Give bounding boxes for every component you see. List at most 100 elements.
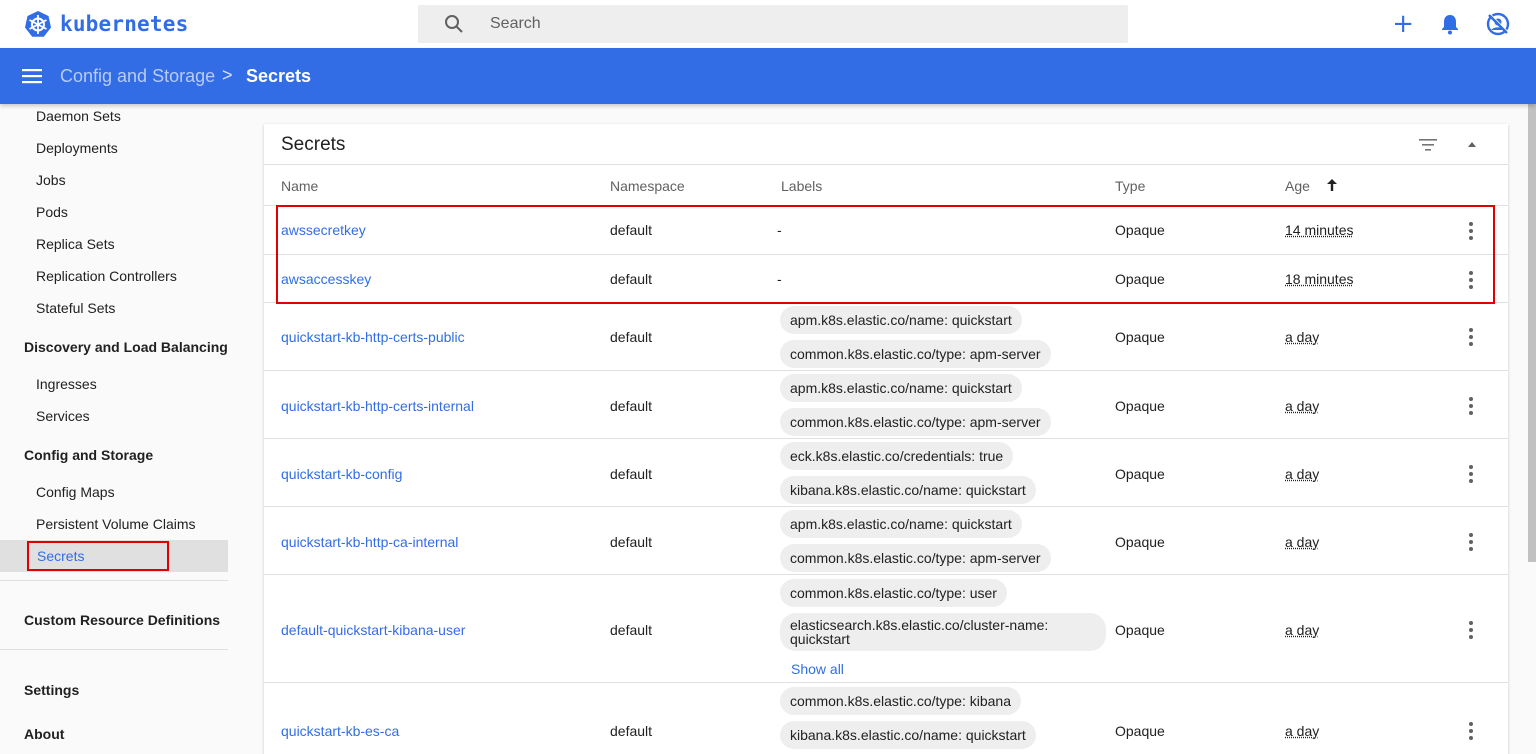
sidebar-item-config-maps[interactable]: Config Maps: [36, 484, 115, 500]
secret-name-link[interactable]: default-quickstart-kibana-user: [281, 622, 465, 638]
table-row: quickstart-kb-http-ca-internal default a…: [264, 507, 1508, 575]
logo-text: kubernetes: [60, 12, 189, 36]
type-cell: Opaque: [1115, 534, 1165, 550]
search-input[interactable]: [490, 5, 1090, 43]
table-row: quickstart-kb-config default eck.k8s.ela…: [264, 439, 1508, 507]
secret-name-link[interactable]: awsaccesskey: [281, 271, 371, 287]
secret-name-link[interactable]: quickstart-kb-http-ca-internal: [281, 534, 458, 550]
label-chip: elasticsearch.k8s.elastic.co/cluster-nam…: [780, 613, 1106, 651]
more-vert-icon[interactable]: [1466, 327, 1476, 347]
create-plus-icon[interactable]: +: [1392, 11, 1414, 37]
secret-name-link[interactable]: quickstart-kb-http-certs-public: [281, 329, 465, 345]
column-header-labels: Labels: [781, 178, 823, 194]
namespace-cell: default: [610, 466, 653, 482]
sidebar-item-stateful-sets[interactable]: Stateful Sets: [36, 300, 115, 316]
age-cell: a day: [1285, 622, 1320, 638]
namespace-cell: default: [610, 329, 653, 345]
labels-empty: -: [777, 271, 782, 287]
column-header-type[interactable]: Type: [1115, 178, 1145, 194]
top-bar: kubernetes +: [0, 0, 1536, 48]
more-vert-icon[interactable]: [1466, 464, 1476, 484]
type-cell: Opaque: [1115, 271, 1165, 287]
type-cell: Opaque: [1115, 723, 1165, 739]
age-cell: a day: [1285, 466, 1320, 482]
type-cell: Opaque: [1115, 398, 1165, 414]
label-chip: common.k8s.elastic.co/type: kibana: [780, 687, 1021, 715]
table-row: awssecretkey default - Opaque 14 minutes: [264, 206, 1508, 255]
more-vert-icon[interactable]: [1466, 270, 1476, 290]
label-chip: common.k8s.elastic.co/type: apm-server: [780, 408, 1051, 436]
sidebar: Daemon Sets Deployments Jobs Pods Replic…: [0, 104, 240, 754]
sidebar-item-custom-resource-definitions[interactable]: Custom Resource Definitions: [24, 612, 220, 628]
table-row: awsaccesskey default - Opaque 18 minutes: [264, 255, 1508, 303]
namespace-cell: default: [610, 622, 653, 638]
type-cell: Opaque: [1115, 222, 1165, 238]
namespace-cell: default: [610, 723, 653, 739]
breadcrumb-parent-link[interactable]: Config and Storage: [60, 66, 215, 87]
table-header: Name Namespace Labels Type Age: [264, 164, 1508, 206]
sort-arrow-up-icon[interactable]: [1326, 178, 1338, 192]
sidebar-section-discovery[interactable]: Discovery and Load Balancing: [24, 339, 228, 355]
more-vert-icon[interactable]: [1466, 620, 1476, 640]
show-all-labels-link[interactable]: Show all: [791, 661, 844, 677]
sidebar-item-ingresses[interactable]: Ingresses: [36, 376, 97, 392]
age-cell: a day: [1285, 534, 1320, 550]
labels-empty: -: [777, 222, 782, 238]
secret-name-link[interactable]: quickstart-kb-config: [281, 466, 402, 482]
age-cell: 14 minutes: [1285, 222, 1354, 238]
table-row: default-quickstart-kibana-user default c…: [264, 575, 1508, 683]
column-header-name[interactable]: Name: [281, 178, 318, 194]
secret-name-link[interactable]: awssecretkey: [281, 222, 366, 238]
sidebar-item-replica-sets[interactable]: Replica Sets: [36, 236, 115, 252]
sidebar-divider: [0, 580, 228, 581]
type-cell: Opaque: [1115, 622, 1165, 638]
collapse-arrow-up-icon[interactable]: [1466, 140, 1478, 150]
secret-name-link[interactable]: quickstart-kb-http-certs-internal: [281, 398, 474, 414]
age-cell: a day: [1285, 329, 1320, 345]
filter-list-icon[interactable]: [1419, 138, 1437, 152]
page-scrollbar[interactable]: [1528, 104, 1536, 562]
more-vert-icon[interactable]: [1466, 532, 1476, 552]
more-vert-icon[interactable]: [1466, 221, 1476, 241]
kubernetes-logo[interactable]: kubernetes: [24, 10, 188, 38]
label-chip: common.k8s.elastic.co/type: user: [780, 579, 1007, 607]
breadcrumb-current: Secrets: [246, 66, 312, 86]
age-cell: a day: [1285, 398, 1320, 414]
breadcrumb-bar: Config and Storage > Secrets: [0, 48, 1536, 104]
type-cell: Opaque: [1115, 329, 1165, 345]
column-header-age[interactable]: Age: [1285, 178, 1310, 194]
sidebar-item-secrets[interactable]: Secrets: [27, 541, 169, 571]
sidebar-section-config-storage[interactable]: Config and Storage: [24, 447, 153, 463]
sidebar-item-daemon-sets[interactable]: Daemon Sets: [36, 108, 121, 124]
label-chip: apm.k8s.elastic.co/name: quickstart: [780, 510, 1022, 538]
column-header-namespace[interactable]: Namespace: [610, 178, 685, 194]
helm-wheel-icon: [25, 11, 51, 37]
sidebar-item-pods[interactable]: Pods: [36, 204, 68, 220]
label-chip: common.k8s.elastic.co/type: apm-server: [780, 544, 1051, 572]
sidebar-item-jobs[interactable]: Jobs: [36, 172, 66, 188]
sidebar-item-replication-controllers[interactable]: Replication Controllers: [36, 268, 177, 284]
top-actions: +: [1392, 11, 1510, 37]
sidebar-item-settings[interactable]: Settings: [24, 682, 79, 698]
secret-name-link[interactable]: quickstart-kb-es-ca: [281, 723, 399, 739]
sidebar-item-persistent-volume-claims[interactable]: Persistent Volume Claims: [36, 516, 196, 532]
age-cell: a day: [1285, 723, 1320, 739]
sidebar-item-deployments[interactable]: Deployments: [36, 140, 118, 156]
age-cell: 18 minutes: [1285, 271, 1354, 287]
notifications-bell-icon[interactable]: [1440, 13, 1460, 35]
table-row: quickstart-kb-http-certs-public default …: [264, 303, 1508, 371]
label-chip: kibana.k8s.elastic.co/name: quickstart: [780, 721, 1036, 749]
table-row: quickstart-kb-es-ca default common.k8s.e…: [264, 683, 1508, 754]
type-cell: Opaque: [1115, 466, 1165, 482]
more-vert-icon[interactable]: [1466, 721, 1476, 741]
sidebar-item-services[interactable]: Services: [36, 408, 90, 424]
table-row: quickstart-kb-http-certs-internal defaul…: [264, 371, 1508, 439]
namespace-cell: default: [610, 398, 653, 414]
hamburger-menu-icon[interactable]: [22, 68, 42, 84]
more-vert-icon[interactable]: [1466, 396, 1476, 416]
search-bar[interactable]: [418, 5, 1128, 43]
sidebar-item-about[interactable]: About: [24, 726, 64, 742]
account-off-icon[interactable]: [1486, 12, 1510, 36]
namespace-cell: default: [610, 222, 653, 238]
label-chip: common.k8s.elastic.co/type: apm-server: [780, 340, 1051, 368]
